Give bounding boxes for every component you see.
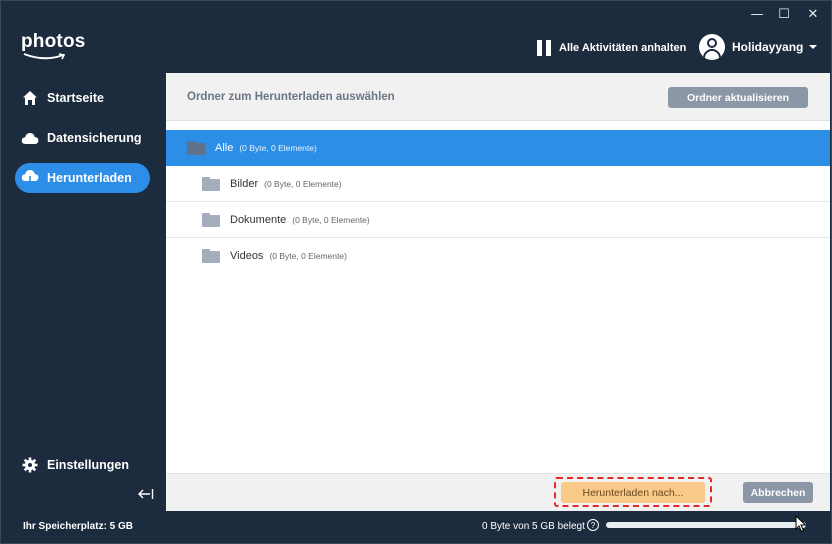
- main-panel: Ordner zum Herunterladen auswählen Ordne…: [166, 73, 830, 511]
- folder-row-bilder[interactable]: Bilder (0 Byte, 0 Elemente): [166, 166, 830, 202]
- download-to-button[interactable]: Herunterladen nach...: [561, 482, 705, 503]
- sidebar: Startseite Datensicherung Herunterladen …: [1, 70, 166, 511]
- sidebar-item-label: Herunterladen: [47, 171, 132, 185]
- sidebar-item-label: Datensicherung: [47, 131, 142, 145]
- app-logo: photos: [21, 31, 86, 52]
- chevron-down-icon: [809, 45, 818, 49]
- home-icon: [21, 89, 39, 107]
- folder-row-videos[interactable]: Videos (0 Byte, 0 Elemente): [166, 238, 830, 274]
- username: Holidayyang: [732, 40, 804, 54]
- refresh-folders-button[interactable]: Ordner aktualisieren: [668, 87, 808, 108]
- folder-meta: (0 Byte, 0 Elemente): [269, 251, 347, 261]
- gear-icon: [21, 456, 39, 474]
- storage-label: Ihr Speicherplatz: 5 GB: [23, 521, 134, 532]
- folder-icon: [202, 249, 220, 263]
- minimize-button[interactable]: —: [744, 5, 770, 23]
- folder-icon: [187, 141, 205, 155]
- usage-label: 0 Byte von 5 GB belegt: [482, 521, 585, 532]
- settings-label: Einstellungen: [47, 458, 129, 472]
- sidebar-item-datensicherung[interactable]: Datensicherung: [15, 123, 150, 153]
- folder-row-alle[interactable]: Alle (0 Byte, 0 Elemente): [166, 130, 830, 166]
- pause-all-label: Alle Aktivitäten anhalten: [559, 42, 687, 54]
- maximize-button[interactable]: ☐: [771, 5, 797, 23]
- status-bar: Ihr Speicherplatz: 5 GB 0 Byte von 5 GB …: [1, 511, 831, 543]
- folder-meta: (0 Byte, 0 Elemente): [239, 143, 317, 153]
- title-bar: photos — ☐ ✕ Alle Aktivitäten anhalten H…: [1, 1, 831, 70]
- user-menu[interactable]: Holidayyang: [699, 34, 818, 60]
- help-icon[interactable]: ?: [587, 519, 599, 531]
- folder-meta: (0 Byte, 0 Elemente): [264, 178, 342, 189]
- folder-row-dokumente[interactable]: Dokumente (0 Byte, 0 Elemente): [166, 202, 830, 238]
- avatar-icon: [699, 34, 725, 60]
- folder-icon: [202, 176, 220, 191]
- sidebar-item-herunterladen[interactable]: Herunterladen: [15, 163, 150, 193]
- sidebar-item-einstellungen[interactable]: Einstellungen: [15, 450, 150, 480]
- close-button[interactable]: ✕: [800, 5, 826, 23]
- storage-usage-bar: [606, 522, 806, 528]
- folder-name: Bilder: [230, 177, 259, 190]
- folder-name: Dokumente: [230, 213, 287, 226]
- pause-all-button[interactable]: Alle Aktivitäten anhalten: [537, 39, 686, 57]
- folder-icon: [202, 212, 220, 227]
- pause-icon: [537, 40, 551, 56]
- page-title: Ordner zum Herunterladen auswählen: [187, 91, 395, 103]
- cancel-button[interactable]: Abbrechen: [743, 482, 813, 503]
- app-window: photos — ☐ ✕ Alle Aktivitäten anhalten H…: [0, 0, 832, 544]
- cloud-icon: [21, 129, 39, 147]
- main-footer: Herunterladen nach... Abbrechen: [166, 473, 830, 511]
- collapse-sidebar-icon[interactable]: [138, 488, 154, 500]
- sidebar-item-label: Startseite: [47, 91, 104, 105]
- sidebar-item-startseite[interactable]: Startseite: [15, 83, 150, 113]
- folder-list: Alle (0 Byte, 0 Elemente) Bilder (0 Byte…: [166, 130, 830, 274]
- mouse-cursor-icon: [795, 515, 807, 533]
- cloud-download-icon: [21, 169, 39, 187]
- folder-meta: (0 Byte, 0 Elemente): [292, 214, 370, 225]
- main-header: Ordner zum Herunterladen auswählen Ordne…: [166, 73, 830, 121]
- logo-smile-icon: [23, 53, 66, 60]
- folder-name: Alle: [215, 142, 234, 154]
- folder-name: Videos: [230, 250, 264, 262]
